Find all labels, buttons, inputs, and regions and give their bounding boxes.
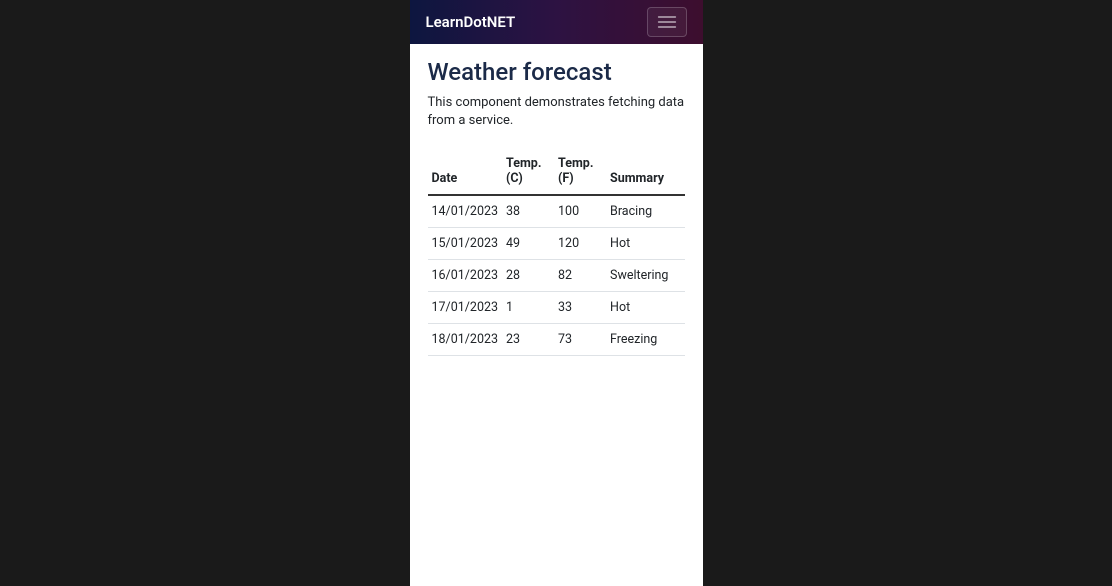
weather-table: Date Temp. (C) Temp. (F) Summary 14/01/2…	[428, 150, 685, 356]
cell-summary: Hot	[606, 292, 684, 324]
cell-temp-f: 82	[554, 260, 606, 292]
cell-date: 15/01/2023	[428, 228, 503, 260]
cell-summary: Sweltering	[606, 260, 684, 292]
header-temp-f: Temp. (F)	[554, 150, 606, 195]
table-row: 15/01/202349120Hot	[428, 228, 685, 260]
hamburger-icon	[657, 13, 677, 31]
table-row: 18/01/20232373Freezing	[428, 324, 685, 356]
navbar-toggler-button[interactable]	[647, 7, 687, 37]
navbar: LearnDotNET	[410, 0, 703, 44]
cell-date: 14/01/2023	[428, 195, 503, 228]
page-description: This component demonstrates fetching dat…	[428, 94, 685, 130]
header-summary: Summary	[606, 150, 684, 195]
cell-temp-c: 28	[502, 260, 554, 292]
table-row: 16/01/20232882Sweltering	[428, 260, 685, 292]
cell-temp-c: 1	[502, 292, 554, 324]
cell-temp-c: 49	[502, 228, 554, 260]
header-date: Date	[428, 150, 503, 195]
cell-summary: Bracing	[606, 195, 684, 228]
cell-summary: Hot	[606, 228, 684, 260]
page-title: Weather forecast	[428, 58, 685, 86]
cell-temp-c: 23	[502, 324, 554, 356]
cell-date: 16/01/2023	[428, 260, 503, 292]
cell-temp-f: 100	[554, 195, 606, 228]
table-header-row: Date Temp. (C) Temp. (F) Summary	[428, 150, 685, 195]
table-row: 17/01/2023133Hot	[428, 292, 685, 324]
cell-temp-f: 120	[554, 228, 606, 260]
navbar-brand[interactable]: LearnDotNET	[426, 13, 516, 31]
cell-temp-f: 33	[554, 292, 606, 324]
main-content: Weather forecast This component demonstr…	[410, 44, 703, 586]
cell-temp-c: 38	[502, 195, 554, 228]
cell-date: 18/01/2023	[428, 324, 503, 356]
app-window: LearnDotNET Weather forecast This compon…	[410, 0, 703, 586]
table-row: 14/01/202338100Bracing	[428, 195, 685, 228]
cell-temp-f: 73	[554, 324, 606, 356]
cell-date: 17/01/2023	[428, 292, 503, 324]
cell-summary: Freezing	[606, 324, 684, 356]
header-temp-c: Temp. (C)	[502, 150, 554, 195]
